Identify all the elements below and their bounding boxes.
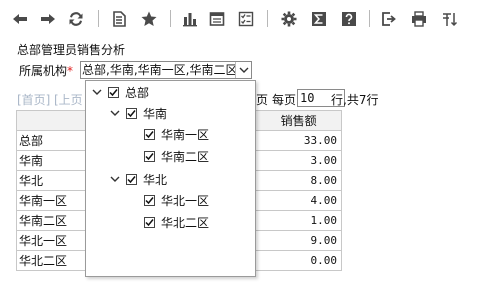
print-icon[interactable] — [409, 9, 429, 29]
checkbox-checked[interactable] — [144, 150, 155, 162]
org-select[interactable]: 总部,华南,华南一区,华南二区 — [80, 61, 252, 79]
toolbar-divider — [369, 10, 370, 27]
tree-node-south-china-2[interactable]: 华南二区 — [144, 146, 209, 166]
required-mark: * — [67, 64, 74, 78]
first-page-link[interactable]: [首页] — [17, 91, 50, 108]
tree-node-label: 华南 — [143, 106, 168, 121]
sort-icon[interactable] — [440, 9, 460, 29]
org-filter-label-text: 所属机构 — [19, 64, 68, 78]
checkbox-checked[interactable] — [126, 107, 137, 119]
window-icon[interactable] — [207, 9, 227, 29]
tree-node-label: 华北一区 — [161, 193, 210, 208]
tree-node-label: 华南一区 — [161, 127, 210, 142]
tree-node-headquarters[interactable]: 总部 — [90, 82, 149, 102]
page-suffix: 页 — [256, 93, 269, 107]
star-icon[interactable] — [139, 9, 159, 29]
checkbox-checked[interactable] — [108, 86, 119, 98]
tree-node-label: 总部 — [125, 85, 150, 100]
sales-cell: 9.00 — [255, 230, 342, 251]
tree-node-label: 华南二区 — [161, 149, 210, 164]
forward-arrow-icon[interactable] — [38, 9, 58, 29]
back-arrow-icon[interactable] — [10, 9, 30, 29]
tree-node-label: 华北 — [143, 172, 168, 187]
checkbox-checked[interactable] — [144, 194, 155, 206]
prev-page-link[interactable]: [上页 — [54, 91, 83, 108]
per-page-label: 每页 — [272, 93, 297, 107]
document-icon[interactable] — [109, 9, 129, 29]
bar-chart-icon[interactable] — [180, 9, 200, 29]
org-filter-label: 所属机构* — [19, 62, 73, 79]
sales-cell: 1.00 — [255, 210, 342, 231]
tree-node-south-china-1[interactable]: 华南一区 — [144, 124, 209, 144]
rows-total-text: 行,共7行 — [331, 93, 379, 107]
org-tree-dropdown: 总部 华南 华南一区 华南二区 华北 华北一区 华北二区 — [85, 80, 256, 277]
sales-cell: 0.00 — [255, 250, 342, 271]
column-header-sales[interactable]: 销售额 — [255, 110, 342, 131]
toolbar — [0, 0, 499, 38]
tree-node-label: 华北二区 — [161, 215, 210, 230]
exit-icon[interactable] — [379, 9, 399, 29]
toolbar-divider — [98, 10, 99, 27]
org-select-value: 总部,华南,华南一区,华南二区 — [82, 63, 238, 77]
checklist-icon[interactable] — [236, 9, 256, 29]
chevron-down-icon[interactable] — [108, 106, 122, 120]
sales-cell: 4.00 — [255, 190, 342, 211]
report-title: 总部管理员销售分析 — [17, 43, 126, 57]
chevron-down-icon[interactable] — [108, 172, 122, 186]
help-icon[interactable] — [339, 9, 359, 29]
chevron-down-icon[interactable] — [90, 85, 104, 99]
tree-node-south-china[interactable]: 华南 — [108, 103, 167, 123]
sales-cell: 33.00 — [255, 130, 342, 151]
checkbox-checked[interactable] — [126, 173, 137, 185]
tree-node-north-china-1[interactable]: 华北一区 — [144, 190, 209, 210]
toolbar-divider — [267, 10, 268, 27]
sales-cell: 8.00 — [255, 170, 342, 191]
gear-icon[interactable] — [279, 9, 299, 29]
checkbox-checked[interactable] — [144, 216, 155, 228]
sales-cell: 3.00 — [255, 150, 342, 171]
toolbar-divider — [170, 10, 171, 27]
checkbox-checked[interactable] — [144, 128, 155, 140]
refresh-icon[interactable] — [66, 9, 86, 29]
chevron-down-icon[interactable] — [235, 62, 251, 78]
tree-node-north-china[interactable]: 华北 — [108, 169, 167, 189]
sigma-icon[interactable] — [309, 9, 329, 29]
tree-node-north-china-2[interactable]: 华北二区 — [144, 212, 209, 232]
